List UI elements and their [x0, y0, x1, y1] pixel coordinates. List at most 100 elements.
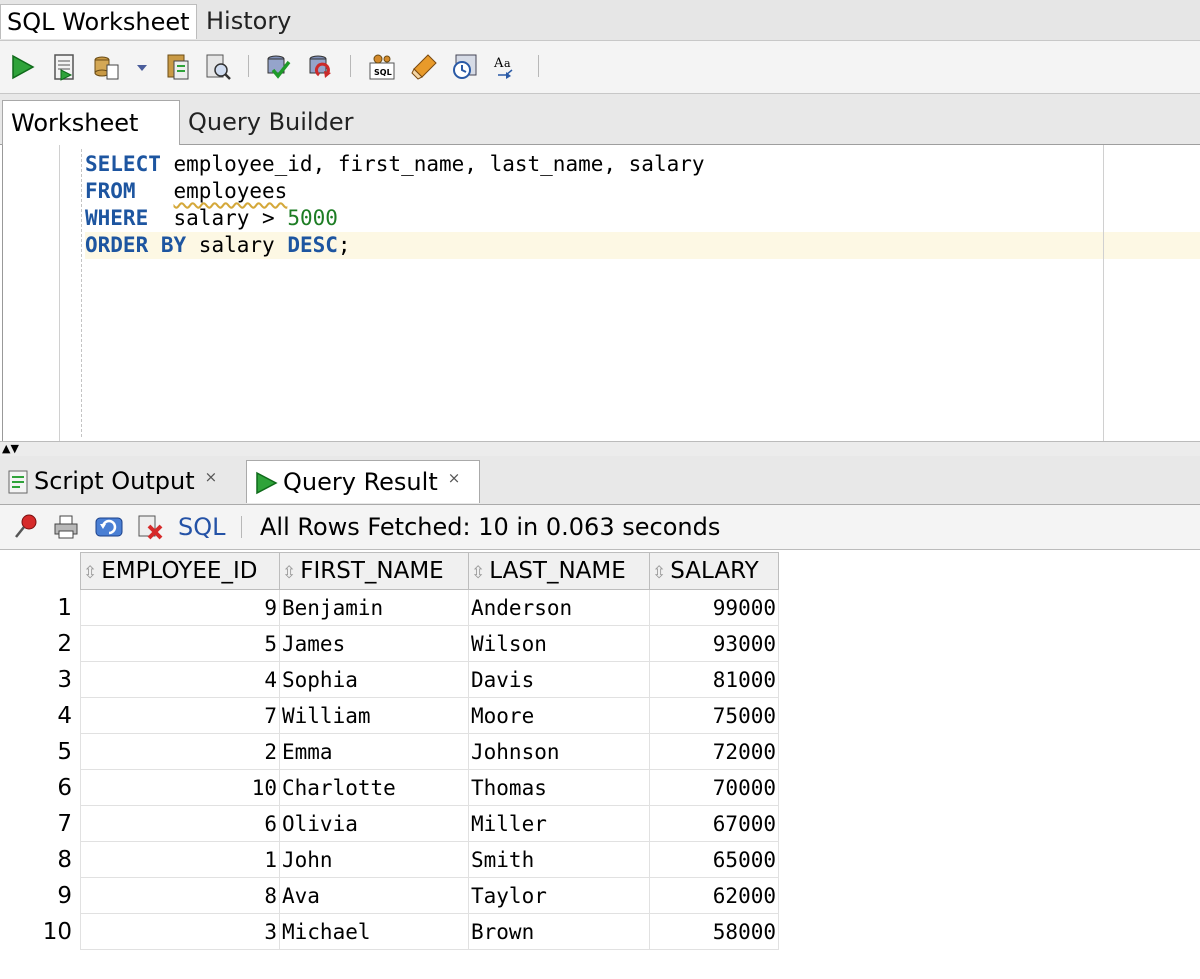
row-number: 8	[4, 841, 81, 878]
cell-last-name[interactable]: Wilson	[468, 625, 650, 662]
tab-worksheet[interactable]: Worksheet	[2, 100, 180, 145]
table-row[interactable]: 7 6 Olivia Miller 67000	[4, 805, 779, 842]
table-row[interactable]: 3 4 Sophia Davis 81000	[4, 661, 779, 698]
sort-icon[interactable]: ⇳	[471, 563, 485, 583]
table-row[interactable]: 9 8 Ava Taylor 62000	[4, 877, 779, 914]
sort-icon[interactable]: ⇳	[652, 563, 666, 583]
cell-last-name[interactable]: Taylor	[468, 877, 650, 914]
code-number: 5000	[287, 206, 338, 230]
result-tab-bar: Script Output × Query Result ×	[0, 456, 1200, 505]
column-header-salary[interactable]: ⇳ SALARY	[649, 552, 779, 590]
tab-query-result[interactable]: Query Result ×	[246, 460, 480, 503]
row-number: 6	[4, 769, 81, 806]
commit-icon[interactable]	[264, 53, 292, 81]
cell-first-name[interactable]: Benjamin	[279, 589, 469, 626]
toolbar-separator	[538, 55, 539, 77]
sql-editor[interactable]: SELECT employee_id, first_name, last_nam…	[2, 145, 1200, 441]
table-row[interactable]: 1 9 Benjamin Anderson 99000	[4, 589, 779, 626]
code-line[interactable]: ORDER BY salary DESC;	[85, 232, 351, 259]
cell-employee-id[interactable]: 6	[80, 805, 280, 842]
cell-last-name[interactable]: Johnson	[468, 733, 650, 770]
close-tab-icon[interactable]: ×	[205, 468, 218, 486]
cell-first-name[interactable]: Charlotte	[279, 769, 469, 806]
sql-tuning-icon[interactable]	[204, 53, 232, 81]
explain-plan-icon[interactable]	[164, 53, 192, 81]
code-line[interactable]: FROM employees	[85, 178, 287, 205]
cell-employee-id[interactable]: 10	[80, 769, 280, 806]
cell-first-name[interactable]: John	[279, 841, 469, 878]
table-row[interactable]: 10 3 Michael Brown 58000	[4, 913, 779, 950]
code-line[interactable]: SELECT employee_id, first_name, last_nam…	[85, 151, 705, 178]
unshared-sql-icon[interactable]: SQL	[368, 53, 396, 81]
cell-employee-id[interactable]: 2	[80, 733, 280, 770]
cell-employee-id[interactable]: 9	[80, 589, 280, 626]
cell-last-name[interactable]: Miller	[468, 805, 650, 842]
cell-employee-id[interactable]: 8	[80, 877, 280, 914]
rollback-icon[interactable]	[306, 53, 334, 81]
cell-last-name[interactable]: Moore	[468, 697, 650, 734]
cell-salary[interactable]: 99000	[649, 589, 779, 626]
cell-last-name[interactable]: Anderson	[468, 589, 650, 626]
delete-icon[interactable]	[136, 513, 164, 541]
sort-icon[interactable]: ⇳	[282, 563, 296, 583]
column-header-employee-id[interactable]: ⇳ EMPLOYEE_ID	[80, 552, 280, 590]
tab-history[interactable]: History	[200, 4, 297, 38]
cell-last-name[interactable]: Brown	[468, 913, 650, 950]
cell-salary[interactable]: 62000	[649, 877, 779, 914]
row-number: 7	[4, 805, 81, 842]
cell-employee-id[interactable]: 1	[80, 841, 280, 878]
cell-salary[interactable]: 93000	[649, 625, 779, 662]
table-row[interactable]: 8 1 John Smith 65000	[4, 841, 779, 878]
cell-first-name[interactable]: Michael	[279, 913, 469, 950]
cell-employee-id[interactable]: 3	[80, 913, 280, 950]
cell-salary[interactable]: 72000	[649, 733, 779, 770]
table-row[interactable]: 6 10 Charlotte Thomas 70000	[4, 769, 779, 806]
history-icon[interactable]	[450, 53, 478, 81]
cell-first-name[interactable]: James	[279, 625, 469, 662]
cell-first-name[interactable]: Olivia	[279, 805, 469, 842]
format-text-icon[interactable]: A a	[492, 53, 520, 81]
editor-tab-bar: Worksheet Query Builder	[0, 94, 1200, 145]
cell-salary[interactable]: 75000	[649, 697, 779, 734]
cell-salary[interactable]: 65000	[649, 841, 779, 878]
splitter-arrows-icon[interactable]: ▲▼	[2, 442, 19, 456]
pane-splitter[interactable]: ▲▼	[0, 441, 1200, 457]
autotrace-icon[interactable]	[92, 53, 120, 81]
run-statement-icon[interactable]	[8, 53, 36, 81]
code-line[interactable]: WHERE salary > 5000	[85, 205, 338, 232]
svg-text:SQL: SQL	[374, 68, 392, 77]
cell-first-name[interactable]: Emma	[279, 733, 469, 770]
table-row[interactable]: 5 2 Emma Johnson 72000	[4, 733, 779, 770]
cell-employee-id[interactable]: 7	[80, 697, 280, 734]
sort-icon[interactable]: ⇳	[83, 563, 97, 583]
cell-first-name[interactable]: Sophia	[279, 661, 469, 698]
tab-script-output[interactable]: Script Output ×	[6, 460, 217, 502]
sql-link[interactable]: SQL	[178, 505, 226, 549]
tab-query-builder[interactable]: Query Builder	[180, 100, 361, 144]
column-header-first-name[interactable]: ⇳ FIRST_NAME	[279, 552, 469, 590]
cell-salary[interactable]: 67000	[649, 805, 779, 842]
cell-first-name[interactable]: Ava	[279, 877, 469, 914]
table-row[interactable]: 2 5 James Wilson 93000	[4, 625, 779, 662]
table-row[interactable]: 4 7 William Moore 75000	[4, 697, 779, 734]
cell-employee-id[interactable]: 5	[80, 625, 280, 662]
cell-salary[interactable]: 70000	[649, 769, 779, 806]
cell-first-name[interactable]: William	[279, 697, 469, 734]
column-header-last-name[interactable]: ⇳ LAST_NAME	[468, 552, 650, 590]
close-tab-icon[interactable]: ×	[448, 469, 461, 487]
pin-icon[interactable]	[12, 513, 40, 541]
results-grid[interactable]: ⇳ EMPLOYEE_ID ⇳ FIRST_NAME ⇳ LAST_NAME ⇳ SAL…	[4, 552, 779, 950]
cell-salary[interactable]: 81000	[649, 661, 779, 698]
cell-last-name[interactable]: Thomas	[468, 769, 650, 806]
cell-salary[interactable]: 58000	[649, 913, 779, 950]
clear-icon[interactable]	[410, 53, 438, 81]
toolbar-separator	[248, 55, 249, 77]
run-script-icon[interactable]	[50, 53, 78, 81]
cell-employee-id[interactable]: 4	[80, 661, 280, 698]
tab-sql-worksheet[interactable]: SQL Worksheet	[0, 4, 197, 39]
print-icon[interactable]	[52, 513, 80, 541]
dropdown-arrow-icon[interactable]	[134, 53, 150, 81]
cell-last-name[interactable]: Smith	[468, 841, 650, 878]
refresh-icon[interactable]	[94, 513, 124, 541]
cell-last-name[interactable]: Davis	[468, 661, 650, 698]
